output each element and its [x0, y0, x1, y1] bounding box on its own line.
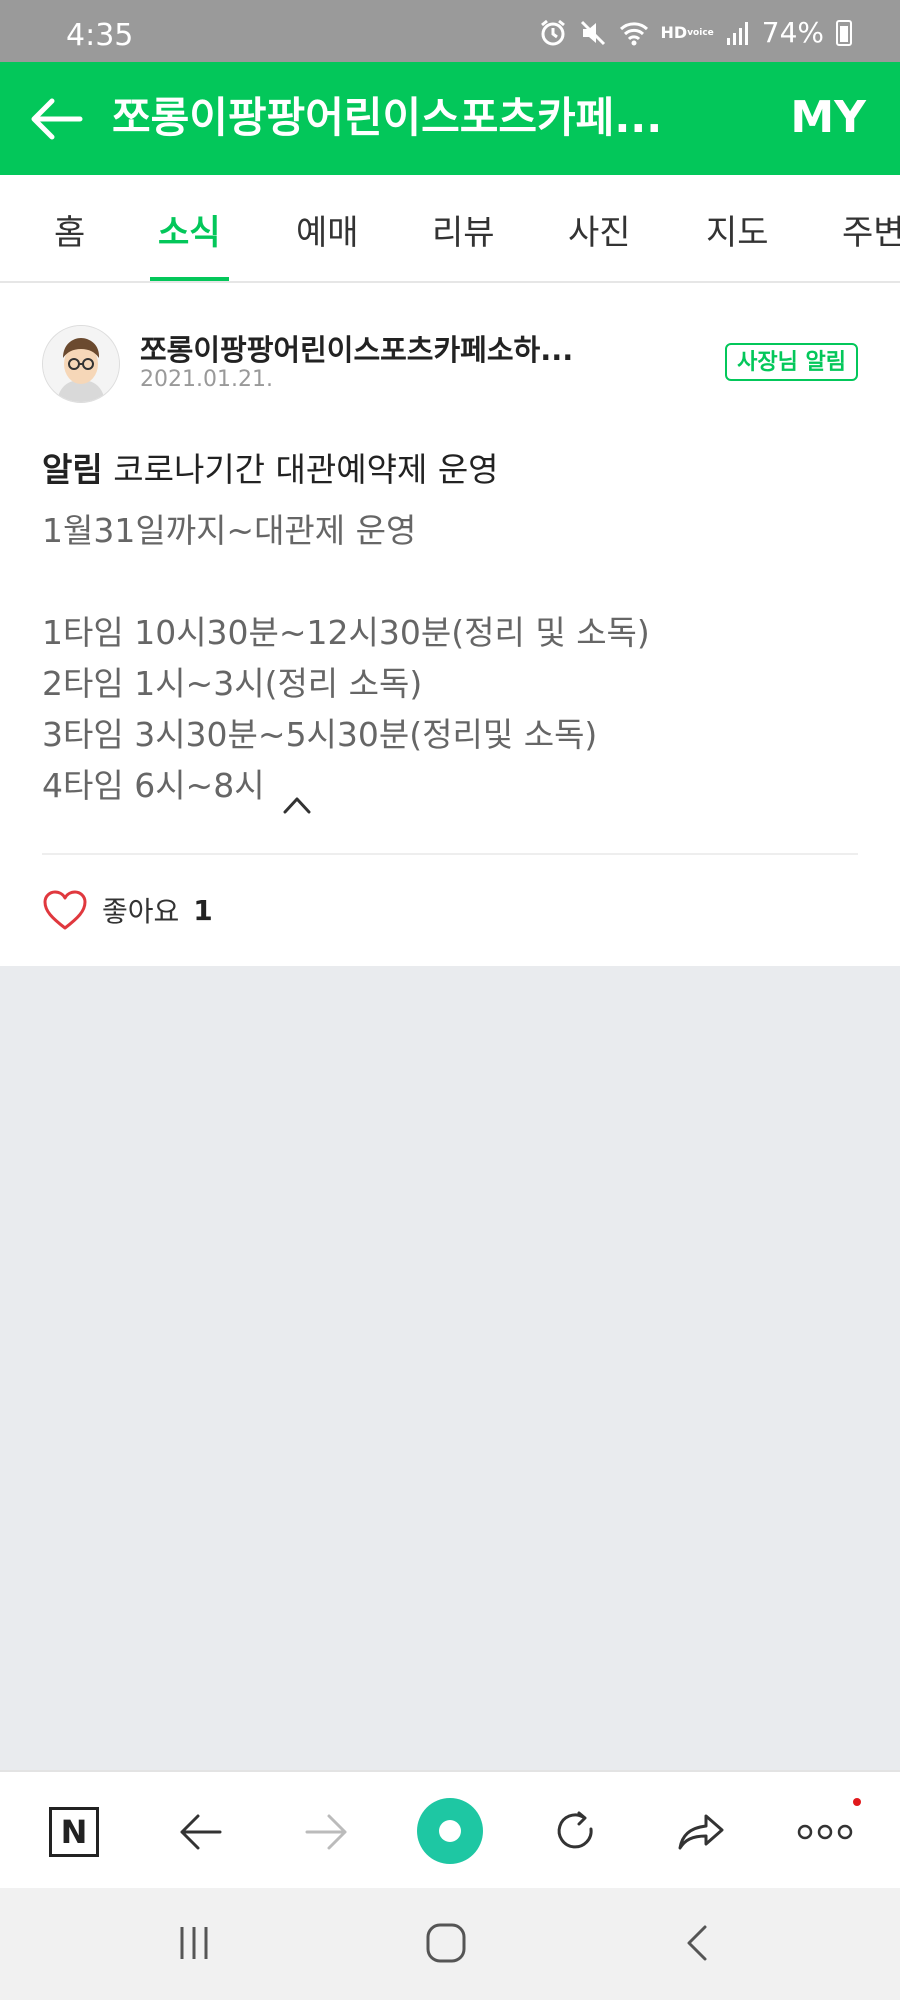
browser-toolbar: N	[0, 1770, 900, 1890]
arrow-left-icon	[180, 1814, 222, 1850]
divider	[42, 853, 858, 855]
browser-forward-button[interactable]	[296, 1802, 356, 1862]
arrow-right-icon	[305, 1814, 347, 1850]
share-arrow-icon	[678, 1814, 724, 1850]
wifi-icon	[619, 20, 649, 46]
post-body-line	[42, 556, 650, 607]
green-dot-icon	[417, 1798, 483, 1864]
battery-percent: 74%	[761, 16, 824, 49]
like-button[interactable]: 좋아요 1	[42, 889, 213, 931]
alarm-icon	[539, 19, 567, 47]
mute-icon	[579, 19, 607, 47]
recent-apps-button[interactable]	[164, 1918, 224, 1968]
more-button[interactable]	[795, 1798, 861, 1862]
post-kind: 알림	[42, 450, 103, 489]
chevron-up-icon[interactable]	[283, 778, 311, 813]
notification-dot	[853, 1798, 861, 1806]
post-body: 1월31일까지~대관제 운영 1타임 10시30분~12시30분(정리 및 소독…	[42, 505, 650, 813]
post-title: 알림 코로나기간 대관예약제 운영	[42, 443, 499, 491]
my-button[interactable]: MY	[790, 90, 866, 146]
tab-map[interactable]: 지도	[706, 205, 769, 281]
arrow-left-icon	[31, 98, 83, 140]
post-body-line: 1타임 10시30분~12시30분(정리 및 소독)	[42, 613, 650, 652]
refresh-icon	[557, 1811, 593, 1849]
post-body-last-line: 4타임 6시~8시	[42, 760, 650, 813]
chevron-left-icon	[687, 1925, 707, 1961]
system-back-button[interactable]	[668, 1918, 728, 1968]
naver-n-icon: N	[49, 1807, 99, 1857]
avatar-illustration	[43, 326, 119, 402]
home-icon	[426, 1923, 466, 1963]
share-button[interactable]	[671, 1802, 731, 1862]
like-count: 1	[193, 893, 213, 927]
home-button[interactable]	[416, 1918, 476, 1968]
hd-voice-icon: HD voice	[660, 22, 714, 42]
tab-nearby[interactable]: 주변	[842, 205, 900, 281]
status-time: 4:35	[66, 18, 134, 53]
status-bar: 4:35 HD voice 74%	[0, 0, 900, 62]
post-body-line: 2타임 1시~3시(정리 소독)	[42, 664, 423, 703]
tab-news[interactable]: 소식	[150, 205, 229, 281]
naver-home-button[interactable]: N	[44, 1802, 104, 1862]
recent-apps-icon	[180, 1927, 208, 1959]
post-title-text: 코로나기간 대관예약제 운영	[113, 450, 499, 489]
system-nav-bar	[0, 1888, 900, 2000]
tab-home[interactable]: 홈	[54, 205, 85, 281]
tab-photo[interactable]: 사진	[568, 205, 631, 281]
post-body-line: 1월31일까지~대관제 운영	[42, 511, 417, 550]
back-button[interactable]	[30, 96, 84, 142]
post-date: 2021.01.21.	[140, 367, 273, 392]
battery-icon	[836, 19, 852, 46]
green-dot-button[interactable]	[417, 1798, 483, 1864]
app-header: 쪼롱이팡팡어린이스포츠카페... MY	[0, 62, 900, 175]
post-body-line: 4타임 6시~8시	[42, 766, 265, 805]
browser-back-button[interactable]	[171, 1802, 231, 1862]
post-author[interactable]: 쪼롱이팡팡어린이스포츠카페소하...	[140, 327, 610, 369]
tab-review[interactable]: 리뷰	[432, 205, 495, 281]
status-icons: HD voice 74%	[539, 16, 852, 49]
signal-icon	[726, 20, 750, 46]
heart-icon	[43, 890, 87, 930]
page-title: 쪼롱이팡팡어린이스포츠카페...	[112, 93, 663, 142]
refresh-button[interactable]	[546, 1802, 606, 1862]
owner-notice-badge: 사장님 알림	[725, 343, 858, 381]
post-card: 쪼롱이팡팡어린이스포츠카페소하... 2021.01.21. 사장님 알림 알림…	[0, 283, 900, 966]
like-label: 좋아요	[102, 895, 180, 928]
avatar[interactable]	[42, 325, 120, 403]
post-body-line: 3타임 3시30분~5시30분(정리및 소독)	[42, 715, 598, 754]
tab-booking[interactable]: 예매	[296, 205, 359, 281]
more-dots-icon	[797, 1824, 853, 1840]
tab-bar: 홈 소식 예매 리뷰 사진 지도 주변	[0, 175, 900, 283]
